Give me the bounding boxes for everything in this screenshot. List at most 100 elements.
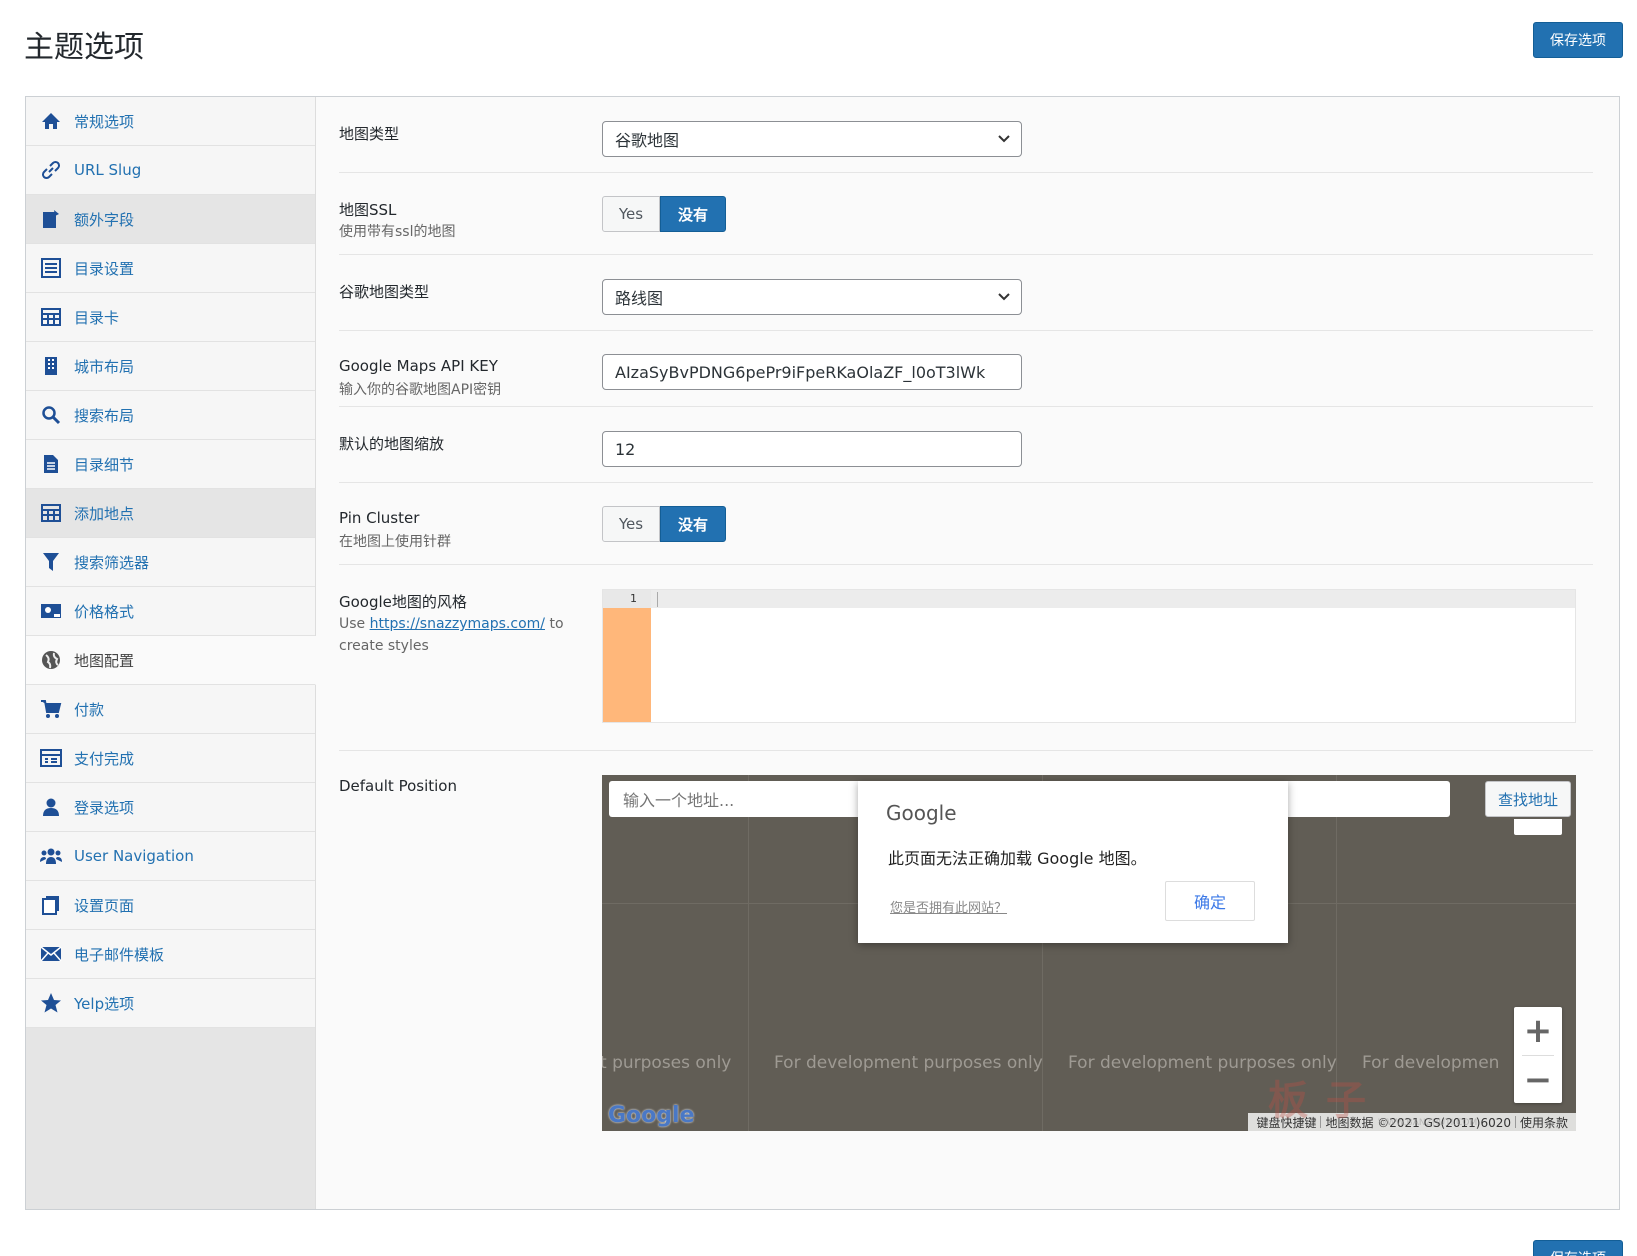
toggle-yes-button[interactable]: Yes <box>602 196 660 232</box>
watermark-url: WWW.BANZHUTI.COM <box>1378 1118 1478 1128</box>
toggle-no-button[interactable]: 没有 <box>660 506 726 542</box>
map-style-code-editor[interactable]: 1 <box>602 589 1576 723</box>
field-title: 谷歌地图类型 <box>339 283 430 301</box>
sidebar-item-extra-fields[interactable]: 额外字段 <box>26 195 315 244</box>
field-description: 输入你的谷歌地图API密钥 <box>339 382 502 398</box>
edit-page-icon <box>40 208 62 230</box>
watermark-text: 板子 <box>1268 1078 1384 1124</box>
field-default-zoom: 默认的地图缩放 12 <box>339 407 1593 483</box>
own-site-link[interactable]: 您是否拥有此网站？ <box>890 897 1007 916</box>
editor-cursor <box>657 592 658 607</box>
home-icon <box>40 110 62 132</box>
sidebar-item-payment-complete[interactable]: 支付完成 <box>26 734 315 783</box>
page-title: 主题选项 <box>24 30 144 65</box>
sidebar-item-label: 目录细节 <box>74 455 135 474</box>
google-brand: Google <box>886 801 957 825</box>
receipt-icon <box>40 747 62 769</box>
sidebar-item-label: User Navigation <box>74 847 194 865</box>
default-zoom-input[interactable]: 12 <box>602 431 1022 467</box>
sidebar-item-label: Yelp选项 <box>74 994 135 1013</box>
ok-button[interactable]: 确定 <box>1165 881 1255 921</box>
select-value: 谷歌地图 <box>615 131 680 150</box>
field-title: 地图类型 <box>339 125 400 143</box>
fullscreen-button[interactable] <box>1514 819 1562 835</box>
save-options-button[interactable]: 保存选项 <box>1533 22 1623 58</box>
sidebar: 常规选项 URL Slug 额外字段 目录设置 目录卡 城市布局 搜索布局 目录… <box>26 97 316 1209</box>
cart-icon <box>40 698 62 720</box>
dev-watermark: For development purposes only <box>774 1053 1043 1073</box>
zoom-out-button[interactable]: − <box>1514 1056 1562 1104</box>
field-title: 地图SSL <box>339 201 397 219</box>
sidebar-item-map-config[interactable]: 地图配置 <box>26 636 316 685</box>
dialog-message: 此页面无法正确加载 Google 地图。 <box>888 849 1147 868</box>
users-icon <box>40 845 62 867</box>
building-icon <box>40 355 62 377</box>
site-watermark: 板子 WWW.BANZHUTI.COM <box>1268 1068 1488 1132</box>
sidebar-item-general[interactable]: 常规选项 <box>26 97 315 146</box>
save-options-button-bottom[interactable]: 保存选项 <box>1533 1240 1623 1256</box>
field-title: Default Position <box>339 777 457 795</box>
sidebar-item-user-navigation[interactable]: User Navigation <box>26 832 315 881</box>
snazzymaps-link[interactable]: https://snazzymaps.com/ <box>370 616 545 632</box>
select-value: 路线图 <box>615 289 664 308</box>
map-ssl-toggle: Yes 没有 <box>602 196 726 232</box>
sidebar-item-city-layout[interactable]: 城市布局 <box>26 342 315 391</box>
field-title: Google Maps API KEY <box>339 357 498 375</box>
field-title: 默认的地图缩放 <box>339 435 445 453</box>
sidebar-item-label: 城市布局 <box>74 357 135 376</box>
sidebar-item-label: 添加地点 <box>74 504 135 523</box>
price-tag-icon <box>40 600 62 622</box>
google-logo: Google <box>608 1103 695 1128</box>
chevron-down-icon <box>998 293 1010 301</box>
sidebar-item-label: 常规选项 <box>74 112 135 131</box>
sidebar-item-directory-details[interactable]: 目录细节 <box>26 440 315 489</box>
toggle-yes-button[interactable]: Yes <box>602 506 660 542</box>
api-key-input[interactable]: AIzaSyBvPDNG6pePr9iFpeRKaOlaZF_l0oT3lWk <box>602 354 1022 390</box>
options-panel: 常规选项 URL Slug 额外字段 目录设置 目录卡 城市布局 搜索布局 目录… <box>25 96 1620 1210</box>
table-icon <box>40 306 62 328</box>
dev-watermark: t purposes only <box>602 1053 732 1073</box>
toggle-no-button[interactable]: 没有 <box>660 196 726 232</box>
sidebar-item-login-options[interactable]: 登录选项 <box>26 783 315 832</box>
google-map-type-select[interactable]: 路线图 <box>602 279 1022 315</box>
field-google-map-type: 谷歌地图类型 路线图 <box>339 255 1593 331</box>
sidebar-item-label: 支付完成 <box>74 749 135 768</box>
sidebar-item-label: 地图配置 <box>74 651 135 670</box>
sidebar-item-settings-pages[interactable]: 设置页面 <box>26 881 315 930</box>
find-address-button[interactable]: 查找地址 <box>1485 781 1571 817</box>
field-description: 在地图上使用针群 <box>339 534 451 550</box>
map-type-select[interactable]: 谷歌地图 <box>602 121 1022 157</box>
star-icon <box>40 992 62 1014</box>
sidebar-item-email-templates[interactable]: 电子邮件模板 <box>26 930 315 979</box>
pin-cluster-toggle: Yes 没有 <box>602 506 726 542</box>
field-title: Google地图的风格 <box>339 593 467 611</box>
sidebar-item-price-format[interactable]: 价格格式 <box>26 587 315 636</box>
envelope-icon <box>40 943 62 965</box>
sidebar-item-directory-card[interactable]: 目录卡 <box>26 293 315 342</box>
sidebar-item-label: 电子邮件模板 <box>74 945 165 964</box>
sidebar-item-label: 额外字段 <box>74 210 135 229</box>
field-api-key: Google Maps API KEY 输入你的谷歌地图API密钥 AIzaSy… <box>339 331 1593 407</box>
sidebar-item-payment[interactable]: 付款 <box>26 685 315 734</box>
link-icon <box>40 159 62 181</box>
sidebar-item-label: 设置页面 <box>74 896 135 915</box>
sidebar-item-search-filters[interactable]: 搜索筛选器 <box>26 538 315 587</box>
map-error-dialog: Google 此页面无法正确加载 Google 地图。 您是否拥有此网站？ 确定 <box>858 781 1288 943</box>
field-description: Use https://snazzymaps.com/ to create st… <box>339 613 569 657</box>
sidebar-item-search-layout[interactable]: 搜索布局 <box>26 391 315 440</box>
sidebar-item-directory-settings[interactable]: 目录设置 <box>26 244 315 293</box>
sidebar-item-label: URL Slug <box>74 161 142 179</box>
sidebar-item-url-slug[interactable]: URL Slug <box>26 146 315 195</box>
sidebar-item-add-location[interactable]: 添加地点 <box>26 489 315 538</box>
globe-icon <box>40 649 62 671</box>
sidebar-item-label: 付款 <box>74 700 105 719</box>
sidebar-item-label: 目录设置 <box>74 259 135 278</box>
terms-link[interactable]: 使用条款 <box>1516 1114 1572 1131</box>
sidebar-item-yelp-options[interactable]: Yelp选项 <box>26 979 315 1028</box>
map-grid-line <box>748 775 749 1131</box>
zoom-in-button[interactable]: + <box>1514 1007 1562 1055</box>
map-zoom-control: + − <box>1514 1007 1562 1103</box>
settings-content: 地图类型 谷歌地图 地图SSL 使用带有ssl的地图 Yes 没有 谷歌地图类型… <box>339 97 1593 1209</box>
desc-text: Use <box>339 616 370 632</box>
field-pin-cluster: Pin Cluster 在地图上使用针群 Yes 没有 <box>339 483 1593 565</box>
